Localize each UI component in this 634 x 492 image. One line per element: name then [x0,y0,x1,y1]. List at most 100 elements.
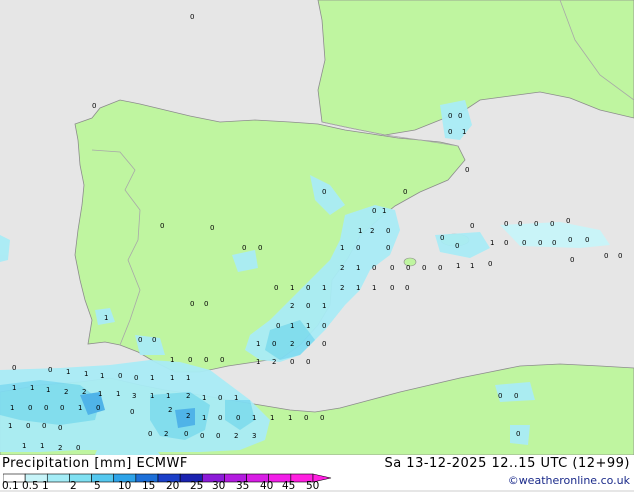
svg-text:1: 1 [252,414,256,422]
svg-text:1: 1 [12,384,16,392]
svg-text:1: 1 [456,262,460,270]
svg-text:0: 0 [148,430,152,438]
svg-text:0: 0 [92,102,96,110]
svg-text:0: 0 [448,128,452,136]
svg-text:0: 0 [76,444,80,452]
svg-text:0: 0 [190,13,194,21]
svg-text:1: 1 [382,207,386,215]
svg-text:0: 0 [516,430,520,438]
svg-text:0: 0 [470,222,474,230]
svg-text:2: 2 [272,358,276,366]
svg-text:0: 0 [274,284,278,292]
svg-text:1: 1 [288,414,292,422]
scale-label: 15 [142,480,156,492]
svg-text:0: 0 [184,430,188,438]
svg-text:0: 0 [210,224,214,232]
svg-text:0: 0 [188,356,192,364]
svg-text:1: 1 [22,442,26,450]
svg-text:0: 0 [44,404,48,412]
svg-text:1: 1 [470,262,474,270]
scale-label: 5 [94,480,101,492]
svg-text:0: 0 [514,392,518,400]
svg-text:1: 1 [256,340,260,348]
svg-text:0: 0 [438,264,442,272]
svg-text:0: 0 [130,408,134,416]
svg-text:1: 1 [8,422,12,430]
svg-text:0: 0 [220,356,224,364]
svg-text:0: 0 [386,227,390,235]
svg-text:2: 2 [290,340,294,348]
svg-text:0: 0 [160,222,164,230]
svg-text:0: 0 [504,220,508,228]
svg-text:1: 1 [202,394,206,402]
svg-text:0: 0 [304,414,308,422]
svg-text:1: 1 [166,392,170,400]
svg-text:0: 0 [448,112,452,120]
svg-text:0: 0 [306,302,310,310]
svg-text:0: 0 [498,392,502,400]
svg-text:1: 1 [356,264,360,272]
svg-text:0: 0 [42,422,46,430]
svg-text:1: 1 [150,392,154,400]
scale-label: 30 [212,480,226,492]
svg-text:0: 0 [390,284,394,292]
svg-text:0: 0 [204,300,208,308]
svg-text:0: 0 [458,112,462,120]
svg-text:1: 1 [116,390,120,398]
svg-text:0: 0 [504,239,508,247]
svg-text:2: 2 [186,392,190,400]
scale-label: 45 [282,480,296,492]
scale-label: 25 [190,480,204,492]
svg-text:1: 1 [356,284,360,292]
svg-text:0: 0 [152,336,156,344]
svg-text:0: 0 [390,264,394,272]
svg-text:1: 1 [150,374,154,382]
svg-text:0: 0 [322,322,326,330]
svg-text:2: 2 [164,430,168,438]
color-scale-labels: 0.1 0.5 1 2 5 10 15 20 25 30 35 40 45 50 [0,480,334,492]
svg-text:1: 1 [322,284,326,292]
svg-text:0: 0 [218,394,222,402]
svg-text:0: 0 [276,322,280,330]
svg-text:0: 0 [403,188,407,196]
svg-text:1: 1 [234,394,238,402]
svg-text:0: 0 [26,422,30,430]
svg-text:0: 0 [306,284,310,292]
svg-text:0: 0 [570,256,574,264]
scale-label: 10 [118,480,132,492]
svg-text:0: 0 [218,414,222,422]
svg-text:0: 0 [12,364,16,372]
svg-text:0: 0 [138,336,142,344]
svg-text:1: 1 [372,284,376,292]
scale-label: 0.1 [2,480,19,492]
svg-text:0: 0 [455,242,459,250]
svg-text:1: 1 [490,239,494,247]
svg-text:0: 0 [518,220,522,228]
svg-text:1: 1 [104,314,108,322]
svg-text:0: 0 [320,414,324,422]
svg-text:0: 0 [306,340,310,348]
svg-text:1: 1 [290,284,294,292]
svg-text:0: 0 [190,300,194,308]
svg-text:0: 0 [465,166,469,174]
svg-text:0: 0 [242,244,246,252]
svg-text:1: 1 [66,368,70,376]
svg-text:1: 1 [306,322,310,330]
svg-text:2: 2 [370,227,374,235]
svg-text:2: 2 [234,432,238,440]
svg-text:0: 0 [552,239,556,247]
svg-text:0: 0 [405,284,409,292]
svg-text:2: 2 [186,412,190,420]
valid-time: Sa 13-12-2025 12..15 UTC (12+99) [384,456,630,471]
svg-text:2: 2 [82,388,86,396]
svg-text:3: 3 [252,432,256,440]
svg-text:0: 0 [406,264,410,272]
svg-text:0: 0 [422,264,426,272]
svg-text:0: 0 [538,239,542,247]
svg-text:1: 1 [170,374,174,382]
scale-label: 35 [236,480,250,492]
credit-link[interactable]: ©weatheronline.co.uk [508,474,630,487]
svg-text:0: 0 [356,244,360,252]
precipitation-map: 00 00 01 00 0 01 00 120 000000 01 0 0 0 0 0 0 0… [0,0,634,490]
svg-text:1: 1 [46,386,50,394]
